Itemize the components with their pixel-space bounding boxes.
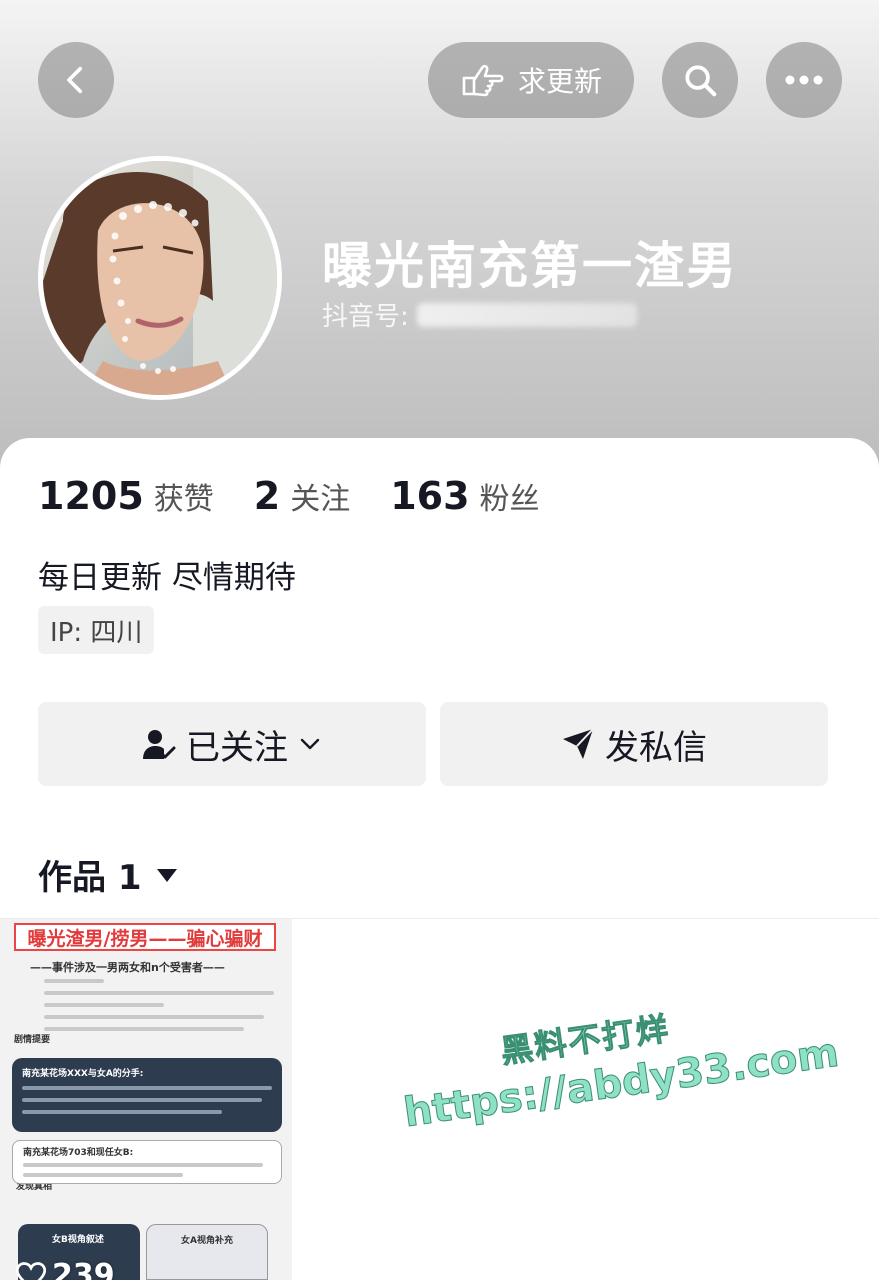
more-options-button[interactable] bbox=[766, 42, 842, 118]
profile-stats: 1205 获赞 2 关注 163 粉丝 bbox=[38, 474, 580, 518]
search-icon bbox=[685, 65, 717, 97]
avatar[interactable] bbox=[38, 156, 282, 400]
send-plane-icon bbox=[563, 728, 594, 759]
thumbnail-box-3-title: 女B视角叙述 bbox=[52, 1235, 104, 1245]
heart-outline-icon bbox=[16, 1261, 46, 1280]
more-dots-icon bbox=[785, 75, 823, 85]
likes-stat[interactable]: 1205 获赞 bbox=[38, 474, 214, 518]
like-count-value: 239 bbox=[52, 1258, 115, 1280]
followers-stat[interactable]: 163 粉丝 bbox=[390, 474, 539, 518]
thumbnail-text-line bbox=[22, 1086, 272, 1090]
followers-label: 粉丝 bbox=[479, 482, 540, 517]
chevron-left-icon bbox=[67, 66, 83, 94]
thumbnail-title: 曝光渣男/捞男——骗心骗财 bbox=[14, 923, 276, 951]
thumbnail-text-line bbox=[23, 1163, 263, 1167]
thumbnail-text-line bbox=[23, 1173, 183, 1177]
thumbnail-text-line bbox=[44, 1027, 244, 1031]
thumbnail-like-count: 239 bbox=[16, 1258, 115, 1280]
thumbnail-section-1: 剧情提要 bbox=[14, 1035, 51, 1045]
thumbnail-text-line bbox=[44, 991, 274, 995]
following-count: 2 bbox=[253, 474, 281, 518]
thumbnail-box-2-title: 南充某花场703和现任女B: bbox=[23, 1148, 134, 1158]
user-check-icon bbox=[143, 730, 176, 759]
thumbnail-box-4: 女A视角补充 bbox=[146, 1224, 268, 1280]
works-tab-label: 作品 1 bbox=[38, 858, 142, 898]
likes-label: 获赞 bbox=[153, 482, 214, 517]
thumbnail-box-1-title: 南充某花场XXX与女A的分手: bbox=[22, 1069, 144, 1079]
search-button[interactable] bbox=[662, 42, 738, 118]
profile-nickname: 曝光南充第一渣男 bbox=[322, 237, 738, 295]
request-update-button[interactable]: 求更新 bbox=[428, 42, 634, 118]
likes-count: 1205 bbox=[38, 474, 144, 518]
chevron-down-icon bbox=[300, 738, 320, 750]
thumbnail-text-line bbox=[22, 1110, 222, 1114]
following-button[interactable]: 已关注 bbox=[38, 702, 426, 786]
send-message-button[interactable]: 发私信 bbox=[440, 702, 828, 786]
following-stat[interactable]: 2 关注 bbox=[254, 474, 350, 518]
profile-bio: 每日更新 尽情期待 bbox=[38, 560, 296, 596]
send-message-label: 发私信 bbox=[605, 727, 707, 768]
thumbnail-box-2: 南充某花场703和现任女B: bbox=[12, 1140, 282, 1184]
pointing-hand-icon bbox=[462, 64, 504, 97]
thumbnail-text-line bbox=[44, 979, 104, 983]
following-label: 关注 bbox=[290, 482, 351, 517]
douyin-id: 抖音号: bbox=[322, 296, 637, 333]
thumbnail-box-1: 南充某花场XXX与女A的分手: bbox=[12, 1058, 282, 1132]
ip-location-tag: IP: 四川 bbox=[38, 606, 155, 654]
douyin-id-prefix: 抖音号: bbox=[322, 302, 409, 332]
following-button-label: 已关注 bbox=[186, 727, 288, 768]
thumbnail-text-line bbox=[44, 1015, 264, 1019]
thumbnail-box-4-title: 女A视角补充 bbox=[181, 1236, 233, 1246]
thumbnail-text-line bbox=[44, 1003, 164, 1007]
tab-works[interactable]: 作品 1 bbox=[38, 850, 178, 899]
request-update-label: 求更新 bbox=[517, 65, 602, 98]
thumbnail-text-line bbox=[22, 1098, 262, 1102]
caret-down-icon bbox=[156, 868, 177, 882]
douyin-id-blurred-value bbox=[416, 302, 637, 327]
back-button[interactable] bbox=[38, 42, 114, 118]
thumbnail-subtitle: ——事件涉及一男两女和n个受害者—— bbox=[30, 961, 225, 974]
followers-count: 163 bbox=[390, 474, 470, 518]
avatar-portrait-image bbox=[43, 161, 277, 395]
